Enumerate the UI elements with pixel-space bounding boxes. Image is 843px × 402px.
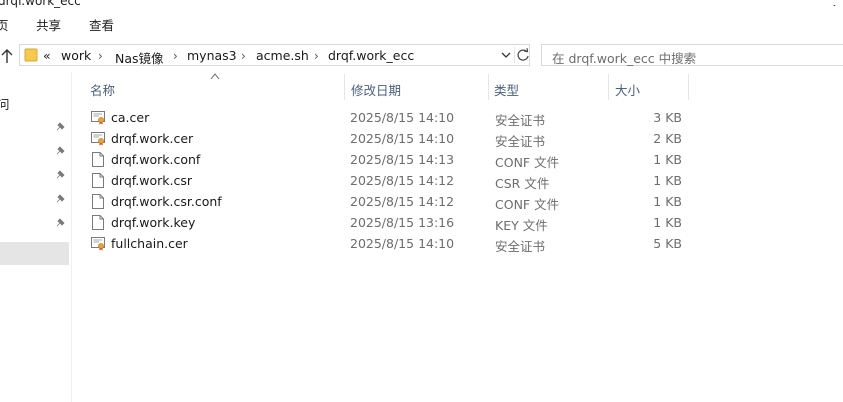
- file-name: drqf.work.cer: [111, 131, 194, 146]
- file-date: 2025/8/15 14:12: [350, 173, 455, 188]
- refresh-icon[interactable]: [514, 47, 531, 63]
- tab-page[interactable]: 页: [0, 15, 9, 34]
- window-title: drqf.work_ecc: [0, 0, 81, 8]
- breadcrumb-separator: ›: [98, 49, 103, 63]
- navigation-pane: 问: [0, 72, 72, 402]
- file-type: 安全证书: [495, 113, 546, 128]
- file-date: 2025/8/15 14:12: [350, 194, 455, 209]
- file-name: drqf.work.csr.conf: [111, 194, 222, 209]
- file-size: 2 KB: [653, 131, 682, 146]
- file-type: 安全证书: [495, 134, 546, 149]
- certificate-icon: [91, 236, 105, 251]
- breadcrumb-separator: ›: [314, 49, 319, 63]
- breadcrumb-mynas3[interactable]: mynas3: [187, 48, 237, 63]
- file-date: 2025/8/15 13:16: [350, 215, 455, 230]
- address-bar[interactable]: « work › Nas镜像 › mynas3 › acme.sh › drqf…: [19, 44, 530, 66]
- file-type: CONF 文件: [495, 197, 560, 212]
- pin-icon: [54, 169, 66, 181]
- file-row[interactable]: drqf.work.cer 2025/8/15 14:10 安全证书 2 KB: [88, 128, 688, 149]
- column-name[interactable]: 名称: [90, 80, 115, 99]
- column-headers: 名称 修改日期 类型 大小: [72, 72, 843, 102]
- file-name: fullchain.cer: [111, 236, 188, 251]
- breadcrumb-separator: ›: [241, 49, 246, 63]
- breadcrumb-nas[interactable]: Nas镜像: [115, 48, 164, 67]
- pin-icon: [54, 217, 66, 229]
- search-input[interactable]: 在 drqf.work_ecc 中搜索: [541, 44, 843, 66]
- file-size: 5 KB: [653, 236, 682, 251]
- certificate-icon: [91, 131, 105, 146]
- file-name: drqf.work.key: [111, 215, 196, 230]
- file-size: 3 KB: [653, 110, 682, 125]
- file-row[interactable]: ca.cer 2025/8/15 14:10 安全证书 3 KB: [88, 107, 688, 128]
- navigation-bar: « work › Nas镜像 › mynas3 › acme.sh › drqf…: [0, 40, 843, 72]
- pin-icon: [54, 193, 66, 205]
- file-size: 1 KB: [653, 152, 682, 167]
- file-row[interactable]: drqf.work.csr.conf 2025/8/15 14:12 CONF …: [88, 191, 688, 212]
- file-date: 2025/8/15 14:10: [350, 131, 455, 146]
- up-arrow-icon[interactable]: [0, 48, 14, 64]
- file-date: 2025/8/15 14:10: [350, 236, 455, 251]
- file-name: drqf.work.csr: [111, 173, 192, 188]
- pin-icon: [54, 121, 66, 133]
- breadcrumb-current[interactable]: drqf.work_ecc: [328, 48, 414, 63]
- file-type: CONF 文件: [495, 155, 560, 170]
- breadcrumb-acme[interactable]: acme.sh: [256, 48, 309, 63]
- file-icon: [91, 173, 105, 188]
- file-name: drqf.work.conf: [111, 152, 201, 167]
- file-row[interactable]: fullchain.cer 2025/8/15 14:10 安全证书 5 KB: [88, 233, 688, 254]
- column-size[interactable]: 大小: [615, 80, 640, 99]
- column-divider[interactable]: [488, 74, 489, 100]
- column-type[interactable]: 类型: [494, 80, 519, 99]
- column-divider[interactable]: [344, 74, 345, 100]
- file-type: KEY 文件: [495, 218, 548, 233]
- search-placeholder: 在 drqf.work_ecc 中搜索: [552, 51, 697, 66]
- nav-selected-item[interactable]: [0, 242, 69, 265]
- certificate-icon: [91, 110, 105, 125]
- tab-share[interactable]: 共享: [36, 15, 61, 34]
- file-name: ca.cer: [111, 110, 150, 125]
- breadcrumb-separator: ›: [173, 49, 178, 63]
- close-icon[interactable]: [826, 0, 843, 6]
- file-row[interactable]: drqf.work.csr 2025/8/15 14:12 CSR 文件 1 K…: [88, 170, 688, 191]
- tab-view[interactable]: 查看: [89, 15, 114, 34]
- file-type: CSR 文件: [495, 176, 550, 191]
- title-bar: drqf.work_ecc: [0, 0, 843, 10]
- folder-icon: [24, 48, 38, 62]
- ribbon-tabs: 页 共享 查看: [0, 10, 843, 40]
- sort-ascending-icon: [210, 69, 220, 80]
- file-row[interactable]: drqf.work.conf 2025/8/15 14:13 CONF 文件 1…: [88, 149, 688, 170]
- file-icon: [91, 152, 105, 167]
- file-type: 安全证书: [495, 239, 546, 254]
- file-date: 2025/8/15 14:10: [350, 110, 455, 125]
- file-icon: [91, 215, 105, 230]
- file-icon: [91, 194, 105, 209]
- column-divider[interactable]: [608, 74, 609, 100]
- breadcrumb-work[interactable]: work: [61, 48, 91, 63]
- chevron-down-icon[interactable]: [499, 47, 513, 63]
- pin-icon: [54, 145, 66, 157]
- breadcrumb-overflow[interactable]: «: [43, 48, 51, 63]
- column-date[interactable]: 修改日期: [351, 80, 401, 99]
- file-date: 2025/8/15 14:13: [350, 152, 455, 167]
- file-size: 1 KB: [653, 215, 682, 230]
- file-size: 1 KB: [653, 173, 682, 188]
- column-divider[interactable]: [688, 74, 689, 100]
- file-size: 1 KB: [653, 194, 682, 209]
- nav-item-fragment[interactable]: 问: [0, 94, 10, 113]
- file-row[interactable]: drqf.work.key 2025/8/15 13:16 KEY 文件 1 K…: [88, 212, 688, 233]
